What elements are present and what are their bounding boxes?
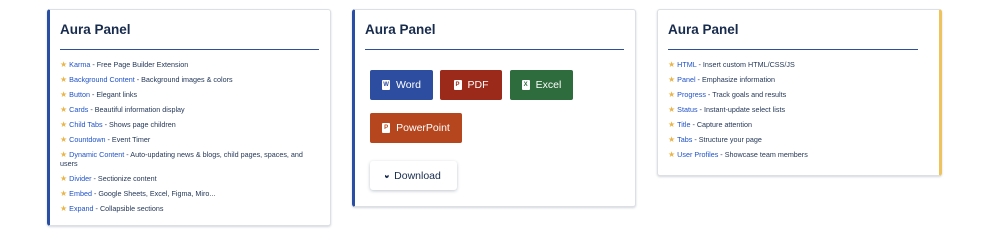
list-item: ★ Countdown - Event Timer (60, 135, 322, 144)
list-item: ★ Karma - Free Page Builder Extension (60, 60, 322, 69)
feature-description: - Google Sheets, Excel, Figma, Miro... (91, 189, 216, 198)
feature-link-background-content[interactable]: Background Content (69, 75, 135, 84)
feature-description: - Emphasize information (695, 75, 776, 84)
feature-link-divider[interactable]: Divider (69, 174, 91, 183)
feature-link-user-profiles[interactable]: User Profiles (677, 150, 718, 159)
excel-button-label: Excel (535, 79, 562, 91)
list-item: ★ Cards - Beautiful information display (60, 105, 322, 114)
feature-link-panel[interactable]: Panel (677, 75, 695, 84)
star-icon: ★ (60, 75, 68, 84)
feature-link-status[interactable]: Status (677, 105, 697, 114)
list-item: ★ Child Tabs - Shows page children (60, 120, 322, 129)
word-button-label: Word (396, 79, 421, 91)
feature-description: - Free Page Builder Extension (90, 60, 189, 69)
star-icon: ★ (60, 60, 68, 69)
feature-link-html[interactable]: HTML (677, 60, 696, 69)
download-button[interactable]: ›› Download (370, 161, 457, 190)
feature-link-child-tabs[interactable]: Child Tabs (69, 120, 102, 129)
list-item: ★ Progress - Track goals and results (668, 90, 931, 99)
star-icon: ★ (668, 90, 676, 99)
panel-title: Aura Panel (365, 22, 436, 37)
list-item: ★ Button - Elegant links (60, 90, 322, 99)
download-button-label: Download (394, 169, 441, 182)
star-icon: ★ (668, 75, 676, 84)
feature-description: - Insert custom HTML/CSS/JS (696, 60, 795, 69)
feature-link-title[interactable]: Title (677, 120, 690, 129)
list-item: ★ Title - Capture attention (668, 120, 931, 129)
pdf-export-button[interactable]: P PDF (440, 70, 502, 100)
feature-description: - Background images & colors (134, 75, 233, 84)
list-item: ★ User Profiles - Showcase team members (668, 150, 931, 159)
panel-title: Aura Panel (668, 22, 739, 37)
word-export-button[interactable]: W Word (370, 70, 433, 100)
excel-file-icon: X (521, 80, 530, 90)
list-item: ★ Status - Instant-update select lists (668, 105, 931, 114)
feature-link-embed[interactable]: Embed (69, 189, 92, 198)
feature-link-tabs[interactable]: Tabs (677, 135, 692, 144)
title-divider (668, 49, 918, 50)
feature-link-countdown[interactable]: Countdown (69, 135, 105, 144)
feature-list: ★ Karma - Free Page Builder Extension ★ Ba… (60, 60, 322, 219)
feature-link-dynamic-content[interactable]: Dynamic Content (69, 150, 124, 159)
aura-panel-features-1: Aura Panel ★ Karma - Free Page Builder Ex… (47, 9, 331, 226)
star-icon: ★ (668, 105, 676, 114)
aura-panel-export: Aura Panel W Word P PDF X Excel P PowerP… (352, 9, 636, 207)
feature-link-button[interactable]: Button (69, 90, 90, 99)
star-icon: ★ (60, 204, 68, 213)
star-icon: ★ (60, 135, 68, 144)
feature-description: - Shows page children (102, 120, 176, 129)
star-icon: ★ (60, 189, 68, 198)
feature-description: - Elegant links (89, 90, 138, 99)
feature-list: ★ HTML - Insert custom HTML/CSS/JS ★ Panel… (668, 60, 931, 165)
feature-link-cards[interactable]: Cards (69, 105, 88, 114)
feature-description: - Instant-update select lists (697, 105, 786, 114)
feature-link-expand[interactable]: Expand (69, 204, 93, 213)
feature-description: - Event Timer (105, 135, 151, 144)
list-item: ★ Panel - Emphasize information (668, 75, 931, 84)
star-icon: ★ (668, 135, 676, 144)
feature-link-karma[interactable]: Karma (69, 60, 90, 69)
feature-description: - Structure your page (692, 135, 762, 144)
star-icon: ★ (60, 150, 68, 159)
feature-description: - Showcase team members (718, 150, 808, 159)
list-item: ★ HTML - Insert custom HTML/CSS/JS (668, 60, 931, 69)
aura-panel-features-2: Aura Panel ★ HTML - Insert custom HTML/CS… (657, 9, 942, 176)
star-icon: ★ (60, 105, 68, 114)
feature-description: - Capture attention (690, 120, 753, 129)
list-item: ★ Tabs - Structure your page (668, 135, 931, 144)
feature-link-progress[interactable]: Progress (677, 90, 706, 99)
powerpoint-export-button[interactable]: P PowerPoint (370, 113, 462, 143)
excel-export-button[interactable]: X Excel (510, 70, 573, 100)
word-file-icon: W (382, 80, 391, 90)
list-item: ★ Dynamic Content - Auto-updating news & … (60, 150, 322, 168)
title-divider (60, 49, 319, 50)
powerpoint-file-icon: P (382, 123, 391, 133)
feature-description: - Beautiful information display (88, 105, 185, 114)
powerpoint-button-label: PowerPoint (396, 122, 450, 134)
star-icon: ★ (668, 120, 676, 129)
title-divider (365, 49, 624, 50)
list-item: ★ Expand - Collapsible sections (60, 204, 322, 213)
pdf-file-icon: P (453, 80, 462, 90)
star-icon: ★ (60, 174, 68, 183)
star-icon: ★ (60, 120, 68, 129)
star-icon: ★ (60, 90, 68, 99)
feature-description: - Sectionize content (91, 174, 157, 183)
list-item: ★ Divider - Sectionize content (60, 174, 322, 183)
double-chevron-down-icon: ›› (382, 174, 393, 177)
pdf-button-label: PDF (467, 79, 489, 91)
feature-description: - Track goals and results (705, 90, 787, 99)
list-item: ★ Background Content - Background images … (60, 75, 322, 84)
star-icon: ★ (668, 60, 676, 69)
star-icon: ★ (668, 150, 676, 159)
panel-title: Aura Panel (60, 22, 131, 37)
list-item: ★ Embed - Google Sheets, Excel, Figma, Mi… (60, 189, 322, 198)
feature-description: - Collapsible sections (93, 204, 164, 213)
